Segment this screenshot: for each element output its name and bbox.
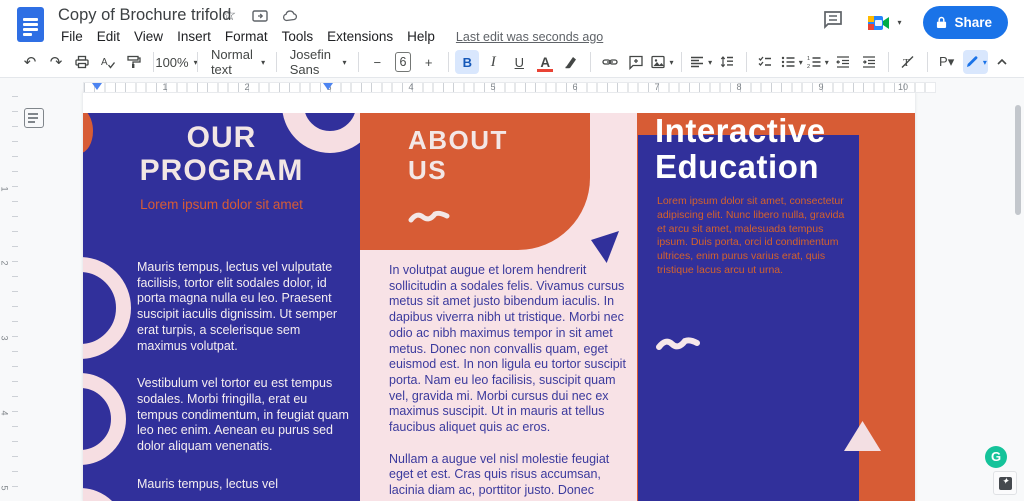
middle-panel-body: In volutpat augue et lorem hendrerit sol…	[389, 263, 635, 501]
star-icon[interactable]: ☆	[222, 8, 238, 24]
paint-format-button[interactable]	[122, 50, 146, 74]
menu-format[interactable]: Format	[218, 27, 275, 46]
add-comment-button[interactable]	[624, 50, 648, 74]
clear-formatting-button[interactable]: T	[896, 50, 920, 74]
paragraph-style-select[interactable]: Normal text▾	[205, 50, 269, 74]
right-panel-blue-box	[638, 135, 859, 501]
zoom-select[interactable]: 100%▾	[161, 50, 191, 74]
italic-button[interactable]: I	[481, 50, 505, 74]
pencil-icon	[964, 54, 980, 70]
menu-extensions[interactable]: Extensions	[320, 27, 400, 46]
formatting-toolbar: ↶ ↷ A 100%▾ Normal text▾ Josefin Sans▾	[0, 47, 1024, 78]
numbered-list-button[interactable]: 12 ▾	[805, 50, 829, 74]
google-docs-logo-icon[interactable]	[17, 7, 44, 42]
horizontal-ruler[interactable]: 1 2 3 4 5 6 7 8 9 10	[21, 80, 1016, 94]
hide-menus-button[interactable]	[990, 50, 1014, 74]
print-button[interactable]	[70, 50, 94, 74]
menu-file[interactable]: File	[54, 27, 90, 46]
lock-icon	[936, 16, 947, 29]
bulleted-list-button[interactable]: ▾	[779, 50, 803, 74]
grammarly-icon[interactable]: G	[985, 446, 1007, 468]
svg-text:A: A	[101, 57, 108, 68]
last-edit-status[interactable]: Last edit was seconds ago	[456, 30, 603, 44]
svg-text:1: 1	[807, 56, 810, 62]
right-panel-body: Lorem ipsum dolor sit amet, consectetur …	[657, 195, 849, 278]
share-button[interactable]: Share	[923, 6, 1008, 39]
font-size-input[interactable]: 6	[395, 52, 410, 72]
svg-text:2: 2	[807, 64, 810, 70]
share-label: Share	[954, 15, 992, 30]
document-page[interactable]: OUR PROGRAM Lorem ipsum dolor sit amet M…	[83, 90, 915, 501]
align-button[interactable]: ▾	[689, 50, 713, 74]
join-meet-button[interactable]: ▾	[859, 9, 909, 37]
meet-dropdown-caret: ▾	[897, 18, 901, 27]
insert-link-button[interactable]	[598, 50, 622, 74]
show-document-outline-button[interactable]	[24, 108, 44, 128]
menu-tools[interactable]: Tools	[275, 27, 321, 46]
vertical-scrollbar[interactable]	[1015, 105, 1021, 215]
vertical-ruler[interactable]: 1 2 3 4 5	[0, 96, 20, 501]
middle-panel-heading: ABOUT US	[408, 125, 508, 185]
about-us-orange-shape: ABOUT US	[360, 113, 590, 250]
increase-font-size-button[interactable]: +	[417, 50, 441, 74]
menu-edit[interactable]: Edit	[90, 27, 127, 46]
menu-view[interactable]: View	[127, 27, 170, 46]
move-to-folder-icon[interactable]	[252, 8, 268, 24]
open-comment-history-icon[interactable]	[821, 8, 845, 37]
line-spacing-button[interactable]	[715, 50, 739, 74]
left-indent-marker[interactable]	[92, 83, 102, 90]
insert-image-button[interactable]: ▾	[650, 50, 674, 74]
checklist-button[interactable]	[753, 50, 777, 74]
decrease-indent-button[interactable]	[831, 50, 855, 74]
white-squiggle-shape	[408, 209, 450, 225]
font-family-select[interactable]: Josefin Sans▾	[284, 50, 351, 74]
bold-button[interactable]: B	[455, 50, 479, 74]
grammarly-assistant-button[interactable]	[993, 471, 1017, 495]
menu-bar: File Edit View Insert Format Tools Exten…	[54, 27, 603, 46]
white-squiggle-shape	[655, 335, 701, 353]
paragraph-direction-button[interactable]: P▾	[935, 50, 959, 74]
google-meet-icon	[867, 13, 891, 33]
increase-indent-button[interactable]	[857, 50, 881, 74]
decrease-font-size-button[interactable]: −	[365, 50, 389, 74]
undo-button[interactable]: ↶	[18, 50, 42, 74]
right-indent-marker[interactable]	[323, 83, 333, 90]
google-docs-window: Copy of Brochure trifold ☆ File Edit Vie…	[0, 0, 1024, 501]
left-panel-heading: OUR PROGRAM	[83, 121, 360, 187]
highlight-color-button[interactable]	[559, 50, 583, 74]
text-color-button[interactable]: A	[533, 50, 557, 74]
left-panel-subtitle: Lorem ipsum dolor sit amet	[83, 197, 360, 212]
right-panel-heading: Interactive Education	[655, 113, 885, 185]
menu-help[interactable]: Help	[400, 27, 442, 46]
editing-mode-button[interactable]: ▾	[963, 50, 988, 74]
redo-button[interactable]: ↷	[44, 50, 68, 74]
brochure-image: OUR PROGRAM Lorem ipsum dolor sit amet M…	[83, 113, 915, 501]
document-title[interactable]: Copy of Brochure trifold	[58, 6, 231, 25]
spelling-check-button[interactable]: A	[96, 50, 120, 74]
underline-button[interactable]: U	[507, 50, 531, 74]
menu-insert[interactable]: Insert	[170, 27, 218, 46]
document-status-cloud-icon[interactable]	[282, 8, 298, 24]
left-panel-body: Mauris tempus, lectus vel vulputate faci…	[137, 260, 351, 501]
